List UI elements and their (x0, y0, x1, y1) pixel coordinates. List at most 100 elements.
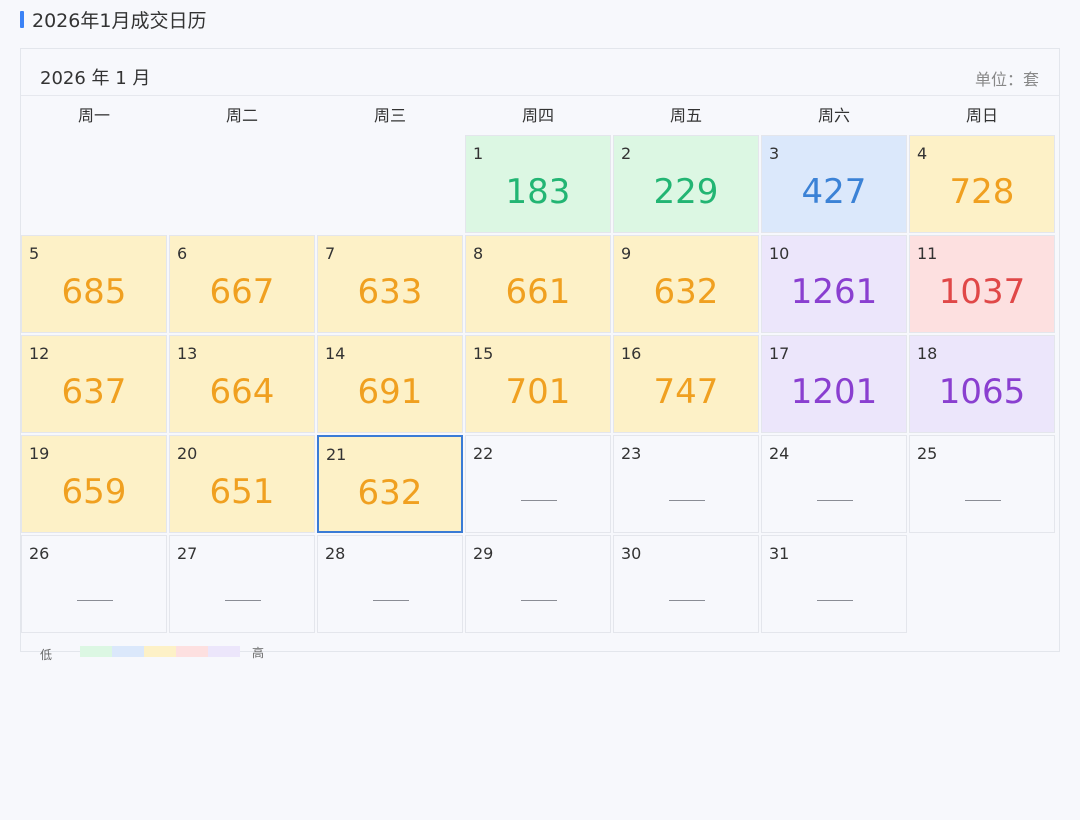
deal-count: 701 (505, 372, 571, 412)
day-number: 26 (29, 544, 50, 563)
no-data-dash (965, 500, 1001, 501)
day-number: 21 (326, 445, 347, 464)
deal-count: 661 (505, 272, 571, 312)
calendar-day-cell[interactable]: 11 1037 (909, 235, 1055, 333)
deal-count: 183 (505, 172, 571, 212)
calendar-panel: 2026 年 1 月 单位：套 周一 周二 周三 周四 周五 周六 周日 1 183 2 229 3 4… (20, 48, 1060, 652)
calendar-day-cell[interactable]: 12 637 (21, 335, 167, 433)
no-data-dash (225, 600, 261, 601)
calendar-day-cell[interactable]: 1 183 (465, 135, 611, 233)
no-data-dash (521, 600, 557, 601)
calendar-day-cell[interactable]: 16 747 (613, 335, 759, 433)
calendar-day-cell[interactable]: 18 1065 (909, 335, 1055, 433)
legend-swatch (80, 646, 112, 657)
day-number: 1 (473, 144, 484, 163)
calendar-day-cell[interactable]: 24 (761, 435, 907, 533)
calendar-day-cell[interactable]: 20 651 (169, 435, 315, 533)
calendar-day-cell[interactable]: 17 1201 (761, 335, 907, 433)
day-number: 18 (917, 344, 938, 363)
day-number: 27 (177, 544, 198, 563)
calendar-day-cell[interactable]: 15 701 (465, 335, 611, 433)
calendar-day-cell[interactable]: 2 229 (613, 135, 759, 233)
day-number: 11 (917, 244, 938, 263)
calendar-day-cell[interactable]: 8 661 (465, 235, 611, 333)
day-number: 12 (29, 344, 50, 363)
calendar-day-cell[interactable]: 4 728 (909, 135, 1055, 233)
deal-count: 427 (801, 172, 867, 212)
calendar-day-cell[interactable]: 5 685 (21, 235, 167, 333)
day-number: 19 (29, 444, 50, 463)
deal-count: 637 (61, 372, 127, 412)
calendar-day-cell[interactable]: 29 (465, 535, 611, 633)
deal-count: 667 (209, 272, 275, 312)
calendar-day-cell[interactable]: 27 (169, 535, 315, 633)
calendar-day-cell[interactable]: 30 (613, 535, 759, 633)
weekday-header: 周四 (521, 106, 554, 125)
day-number: 22 (473, 444, 494, 463)
calendar-day-cell[interactable]: 19 659 (21, 435, 167, 533)
deal-count: 685 (61, 272, 127, 312)
day-number: 31 (769, 544, 790, 563)
day-number: 6 (177, 244, 188, 263)
calendar-day-cell[interactable]: 14 691 (317, 335, 463, 433)
day-number: 16 (621, 344, 642, 363)
page-title-text: 2026年1月成交日历 (32, 10, 207, 32)
legend-high-label: 高 (252, 646, 265, 660)
legend-color-bar (80, 646, 240, 657)
deal-count: 747 (653, 372, 719, 412)
calendar-day-cell[interactable]: 28 (317, 535, 463, 633)
calendar-header: 2026 年 1 月 单位：套 (21, 49, 1059, 96)
calendar-day-cell[interactable]: 10 1261 (761, 235, 907, 333)
calendar-day-cell[interactable]: 21 632 (317, 435, 463, 533)
deal-count: 1037 (938, 272, 1026, 312)
day-number: 9 (621, 244, 632, 263)
day-number: 20 (177, 444, 198, 463)
day-number: 7 (325, 244, 336, 263)
calendar-day-cell[interactable]: 7 633 (317, 235, 463, 333)
deal-count: 633 (357, 272, 423, 312)
page-title: 2026年1月成交日历 (20, 6, 206, 33)
deal-count: 728 (949, 172, 1015, 212)
calendar-day-cell[interactable]: 22 (465, 435, 611, 533)
legend-swatch (112, 646, 144, 657)
deal-count: 659 (61, 472, 127, 512)
deal-count: 229 (653, 172, 719, 212)
month-label: 2026 年 1 月 (40, 68, 151, 89)
deal-count: 1261 (790, 272, 878, 312)
no-data-dash (669, 500, 705, 501)
deal-count: 1065 (938, 372, 1026, 412)
day-number: 8 (473, 244, 484, 263)
calendar-day-cell[interactable]: 3 427 (761, 135, 907, 233)
deal-count: 632 (357, 473, 423, 513)
no-data-dash (77, 600, 113, 601)
day-number: 24 (769, 444, 790, 463)
no-data-dash (817, 600, 853, 601)
no-data-dash (669, 600, 705, 601)
calendar-day-cell[interactable]: 26 (21, 535, 167, 633)
deal-count: 651 (209, 472, 275, 512)
day-number: 13 (177, 344, 198, 363)
deal-count: 1201 (790, 372, 878, 412)
weekday-header: 周五 (669, 106, 702, 125)
weekday-header: 周二 (225, 106, 258, 125)
calendar-day-cell[interactable]: 6 667 (169, 235, 315, 333)
no-data-dash (521, 500, 557, 501)
weekday-header: 周三 (373, 106, 406, 125)
day-number: 10 (769, 244, 790, 263)
calendar-day-cell[interactable]: 23 (613, 435, 759, 533)
day-number: 5 (29, 244, 40, 263)
weekday-header: 周一 (77, 106, 110, 125)
legend-low-label: 低 (40, 648, 53, 662)
day-number: 23 (621, 444, 642, 463)
legend-swatch (144, 646, 176, 657)
day-number: 25 (917, 444, 938, 463)
calendar-day-cell[interactable]: 9 632 (613, 235, 759, 333)
calendar-day-cell[interactable]: 13 664 (169, 335, 315, 433)
calendar-day-cell[interactable]: 25 (909, 435, 1055, 533)
weekday-header: 周六 (817, 106, 850, 125)
day-number: 28 (325, 544, 346, 563)
day-number: 17 (769, 344, 790, 363)
calendar-day-cell[interactable]: 31 (761, 535, 907, 633)
day-number: 3 (769, 144, 780, 163)
day-number: 14 (325, 344, 346, 363)
